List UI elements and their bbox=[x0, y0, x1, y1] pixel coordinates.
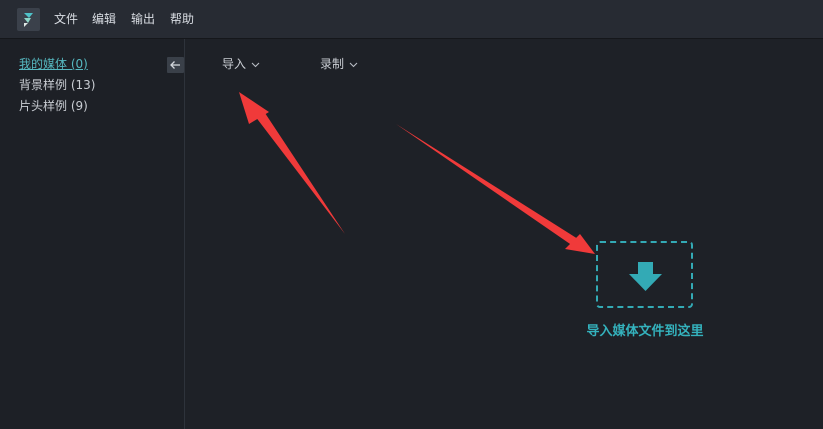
menu-help[interactable]: 帮助 bbox=[170, 11, 194, 27]
import-dropdown-label: 导入 bbox=[222, 57, 247, 71]
media-sidebar: 我的媒体 (0) 背景样例 (13) 片头样例 (9) bbox=[0, 39, 185, 429]
sidebar-item-background-samples[interactable]: 背景样例 (13) bbox=[19, 77, 95, 93]
drop-zone-label: 导入媒体文件到这里 bbox=[586, 324, 704, 339]
filmora-logo-icon[interactable] bbox=[17, 8, 40, 31]
chevron-down-icon bbox=[251, 62, 260, 67]
sidebar-item-my-media[interactable]: 我的媒体 (0) bbox=[19, 56, 88, 72]
record-dropdown[interactable]: 录制 bbox=[320, 56, 358, 72]
arrow-left-icon bbox=[170, 61, 180, 69]
chevron-down-icon bbox=[349, 62, 358, 67]
download-arrow-icon bbox=[629, 262, 662, 291]
menu-file[interactable]: 文件 bbox=[54, 11, 78, 27]
media-drop-zone[interactable] bbox=[596, 241, 693, 308]
menu-export[interactable]: 输出 bbox=[131, 11, 155, 27]
app-window: 文件 编辑 输出 帮助 我的媒体 (0) 背景样例 (13) 片头样例 (9) … bbox=[0, 0, 823, 429]
import-dropdown[interactable]: 导入 bbox=[222, 56, 260, 72]
record-dropdown-label: 录制 bbox=[320, 57, 345, 71]
sidebar-item-intro-samples[interactable]: 片头样例 (9) bbox=[19, 98, 88, 114]
menu-bar: 文件 编辑 输出 帮助 bbox=[0, 0, 823, 39]
menu-edit[interactable]: 编辑 bbox=[92, 11, 116, 27]
annotation-arrow-to-import bbox=[239, 92, 345, 234]
annotation-arrow-to-dropzone bbox=[396, 124, 595, 254]
collapse-sidebar-button[interactable] bbox=[167, 57, 184, 73]
